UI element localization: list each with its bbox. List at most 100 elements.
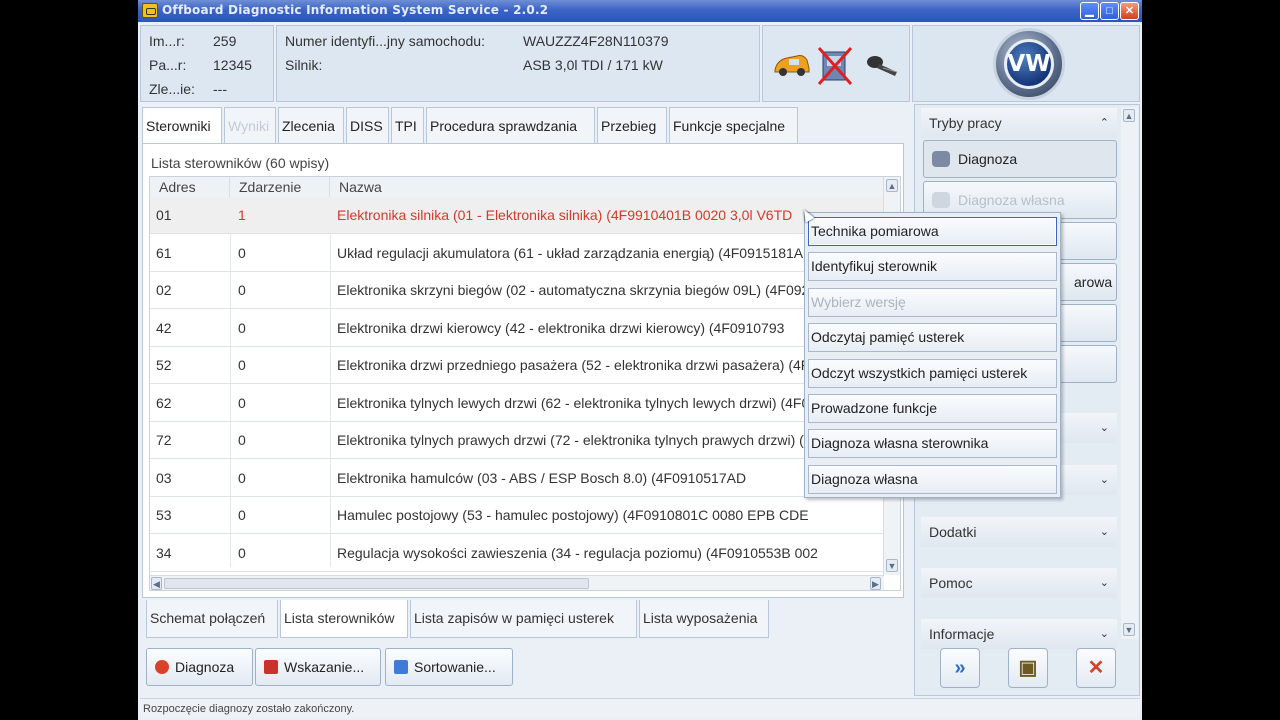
table-row[interactable]: 42 0 Elektronika drzwi kierowcy (42 - elek… xyxy=(150,310,884,347)
context-menu-item[interactable]: Prowadzone funkcje xyxy=(808,394,1057,423)
mode-diagnosis-button[interactable]: Diagnoza xyxy=(923,140,1117,178)
exit-button[interactable]: ✕ xyxy=(1076,648,1116,688)
tab-wyniki[interactable]: Wyniki xyxy=(224,107,276,143)
vehicle-info-panel: Numer identyfi...jny samochodu: WAUZZZ4F… xyxy=(276,25,760,102)
scroll-down-icon[interactable]: ▼ xyxy=(886,559,898,572)
window-title: Offboard Diagnostic Information System S… xyxy=(162,3,549,17)
table-row[interactable]: 01 1 Elektronika silnika (01 - Elektronika… xyxy=(150,197,884,234)
controllers-table: Adres Zdarzenie Nazwa 01 1 Elektronika sil… xyxy=(149,176,901,591)
sort-button[interactable]: Sortowanie... xyxy=(385,648,513,686)
row-address: 61 xyxy=(156,244,172,261)
chevron-down-icon: ⌄ xyxy=(1099,526,1109,538)
minimize-button[interactable]: ▁ xyxy=(1080,2,1099,20)
tab-zlecenia[interactable]: Zlecenia xyxy=(278,107,344,143)
stethoscope-icon xyxy=(932,151,950,167)
horizontal-scrollbar[interactable]: ◀ ▶ xyxy=(150,575,884,590)
vin-value: WAUZZZ4F28N110379 xyxy=(523,33,669,49)
context-menu-item[interactable]: Identyfikuj sterownik xyxy=(808,252,1057,282)
row-address: 42 xyxy=(156,319,172,336)
table-row[interactable]: 52 0 Elektronika drzwi przedniego pasażera… xyxy=(150,347,884,384)
section-modes-title: Tryby pracy xyxy=(929,115,1002,131)
row-address: 72 xyxy=(156,432,172,448)
tab-sterowniki[interactable]: Sterowniki xyxy=(142,107,222,143)
table-row[interactable]: 53 0 Hamulec postojowy (53 - hamulec posto… xyxy=(150,497,884,534)
row-event: 0 xyxy=(238,544,246,561)
section-help[interactable]: Pomoc ⌄ xyxy=(921,568,1117,598)
tab-diss[interactable]: DISS xyxy=(346,107,389,143)
tab-lista-sterownikow[interactable]: Lista sterowników xyxy=(280,600,408,638)
order-value-2: 12345 xyxy=(213,57,252,73)
context-menu-item[interactable]: Diagnoza własna xyxy=(808,464,1057,494)
chevron-down-icon: ⌄ xyxy=(1099,577,1109,589)
section-extras[interactable]: Dodatki ⌄ xyxy=(921,517,1117,547)
row-address: 01 xyxy=(156,207,172,223)
chevron-down-icon: ⌄ xyxy=(1099,474,1109,486)
row-address: 34 xyxy=(156,544,172,561)
context-menu-item[interactable]: Technika pomiarowa xyxy=(808,217,1057,246)
order-label-1: Im...r: xyxy=(149,33,185,49)
scroll-down-icon[interactable]: ▼ xyxy=(1123,623,1135,636)
table-row[interactable]: 72 0 Elektronika tylnych prawych drzwi (72… xyxy=(150,422,884,459)
context-menu: Technika pomiarowa Identyfikuj sterownik W… xyxy=(804,212,1061,498)
scroll-up-icon[interactable]: ▲ xyxy=(886,179,898,192)
row-name: Elektronika hamulców (03 - ABS / ESP Bos… xyxy=(337,469,747,486)
column-header-address[interactable]: Adres xyxy=(150,177,230,197)
tab-funkcje-specjalne[interactable]: Funkcje specjalne xyxy=(669,107,798,143)
column-header-event[interactable]: Zdarzenie xyxy=(230,177,330,197)
scroll-left-icon[interactable]: ◀ xyxy=(151,577,162,590)
row-event: 0 xyxy=(238,507,246,523)
tab-schemat-polaczen[interactable]: Schemat połączeń xyxy=(146,600,278,638)
title-bar: Offboard Diagnostic Information System S… xyxy=(138,0,1142,22)
table-row[interactable]: 03 0 Elektronika hamulców (03 - ABS / ESP … xyxy=(150,460,884,497)
app-icon xyxy=(142,3,158,18)
stop-icon xyxy=(155,660,169,674)
display-icon xyxy=(264,660,278,674)
order-label-2: Pa...r: xyxy=(149,57,187,73)
table-row[interactable]: 61 0 Układ regulacji akumulatora (61 - ukł… xyxy=(150,235,884,272)
display-button[interactable]: Wskazanie... xyxy=(255,648,381,686)
forward-button[interactable]: » xyxy=(940,648,980,688)
tab-lista-wyposazenia[interactable]: Lista wyposażenia xyxy=(639,600,769,638)
row-event: 0 xyxy=(238,357,246,373)
order-info-panel: Im...r: 259 Pa...r: 12345 Zle...ie: --- xyxy=(140,25,274,102)
table-row[interactable]: 02 0 Elektronika skrzyni biegów (02 - auto… xyxy=(150,272,884,309)
context-menu-item[interactable]: Wybierz wersję xyxy=(808,287,1057,317)
row-name: Elektronika skrzyni biegów (02 - automat… xyxy=(337,282,841,298)
vw-logo: VW xyxy=(993,28,1065,100)
table-row[interactable]: 62 0 Elektronika tylnych lewych drzwi (62 … xyxy=(150,385,884,422)
table-row[interactable]: 34 0 Regulacja wysokości zawieszenia (34 -… xyxy=(150,535,884,572)
section-information[interactable]: Informacje ⌄ xyxy=(921,619,1117,649)
right-panel-scrollbar[interactable]: ▲ ▼ xyxy=(1121,107,1138,639)
row-name: Hamulec postojowy (53 - hamulec postojow… xyxy=(337,507,809,523)
context-menu-item[interactable]: Odczyt wszystkich pamięci usterek xyxy=(808,358,1057,388)
context-menu-item[interactable]: Diagnoza własna sterownika xyxy=(808,429,1057,459)
scroll-right-icon[interactable]: ▶ xyxy=(870,577,881,590)
row-event: 0 xyxy=(238,319,246,336)
tab-tpi[interactable]: TPI xyxy=(391,107,424,143)
context-menu-item[interactable]: Odczytaj pamięć usterek xyxy=(808,323,1057,353)
order-value-1: 259 xyxy=(213,33,237,49)
row-name: Układ regulacji akumulatora (61 - układ … xyxy=(337,244,804,261)
row-name: Elektronika drzwi przedniego pasażera (5… xyxy=(337,357,825,373)
close-button[interactable]: ✕ xyxy=(1120,2,1139,20)
tab-lista-zapisow[interactable]: Lista zapisów w pamięci usterek xyxy=(410,600,637,638)
row-address: 53 xyxy=(156,507,172,523)
chevron-down-icon: ⌄ xyxy=(1099,422,1109,434)
chevron-up-icon: ⌃ xyxy=(1099,117,1109,129)
self-diagnosis-icon xyxy=(932,192,950,208)
connection-status-panel xyxy=(762,25,910,102)
scroll-up-icon[interactable]: ▲ xyxy=(1123,109,1135,122)
diagnosis-button[interactable]: Diagnoza xyxy=(146,648,253,686)
tab-przebieg[interactable]: Przebieg xyxy=(597,107,667,143)
section-modes[interactable]: Tryby pracy ⌃ xyxy=(921,108,1117,138)
row-name: Elektronika tylnych lewych drzwi (62 - e… xyxy=(337,394,818,411)
row-name: Regulacja wysokości zawieszenia (34 - re… xyxy=(337,544,818,561)
column-header-name[interactable]: Nazwa xyxy=(330,177,884,197)
tab-procedura-sprawdzania[interactable]: Procedura sprawdzania xyxy=(426,107,595,143)
row-event: 0 xyxy=(238,432,246,448)
row-event: 0 xyxy=(238,244,246,261)
horizontal-scroll-thumb[interactable] xyxy=(164,578,589,589)
maximize-button[interactable]: □ xyxy=(1100,2,1119,20)
vin-label: Numer identyfi...jny samochodu: xyxy=(285,33,485,49)
screenshot-button[interactable]: ▣ xyxy=(1008,648,1048,688)
